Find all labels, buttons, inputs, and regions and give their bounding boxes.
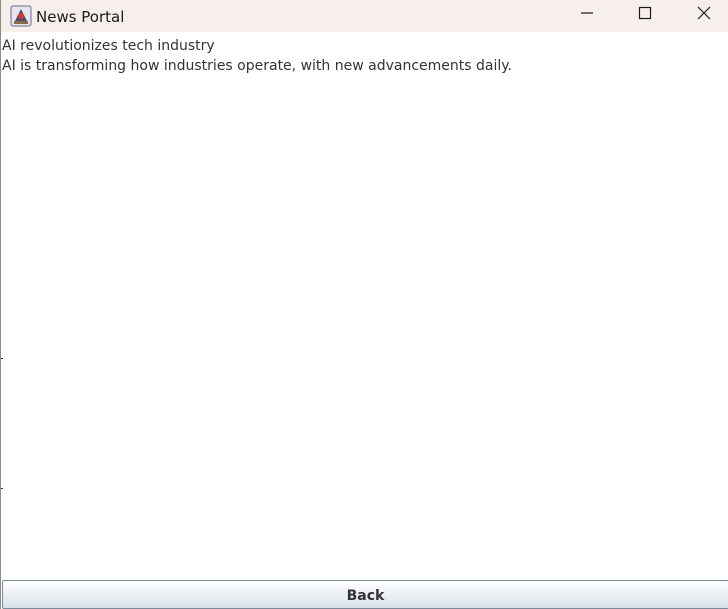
- window-title: News Portal: [36, 8, 125, 26]
- app-window: News Portal AI revolutionizes tech indus…: [0, 0, 728, 609]
- java-coffee-icon: [10, 5, 32, 27]
- article-headline: AI revolutionizes tech industry: [2, 38, 215, 54]
- minimize-button[interactable]: [558, 0, 616, 30]
- left-edge-tick: [1, 488, 3, 489]
- article-body: AI is transforming how industries operat…: [2, 58, 512, 74]
- maximize-button[interactable]: [616, 0, 674, 30]
- title-bar[interactable]: News Portal: [1, 0, 728, 32]
- close-button[interactable]: [675, 0, 728, 30]
- maximize-icon: [638, 6, 652, 25]
- left-edge-tick: [1, 358, 3, 359]
- close-icon: [697, 6, 711, 25]
- minimize-icon: [580, 6, 594, 25]
- article-panel: AI revolutionizes tech industry AI is tr…: [2, 36, 722, 76]
- back-button[interactable]: Back: [2, 580, 728, 609]
